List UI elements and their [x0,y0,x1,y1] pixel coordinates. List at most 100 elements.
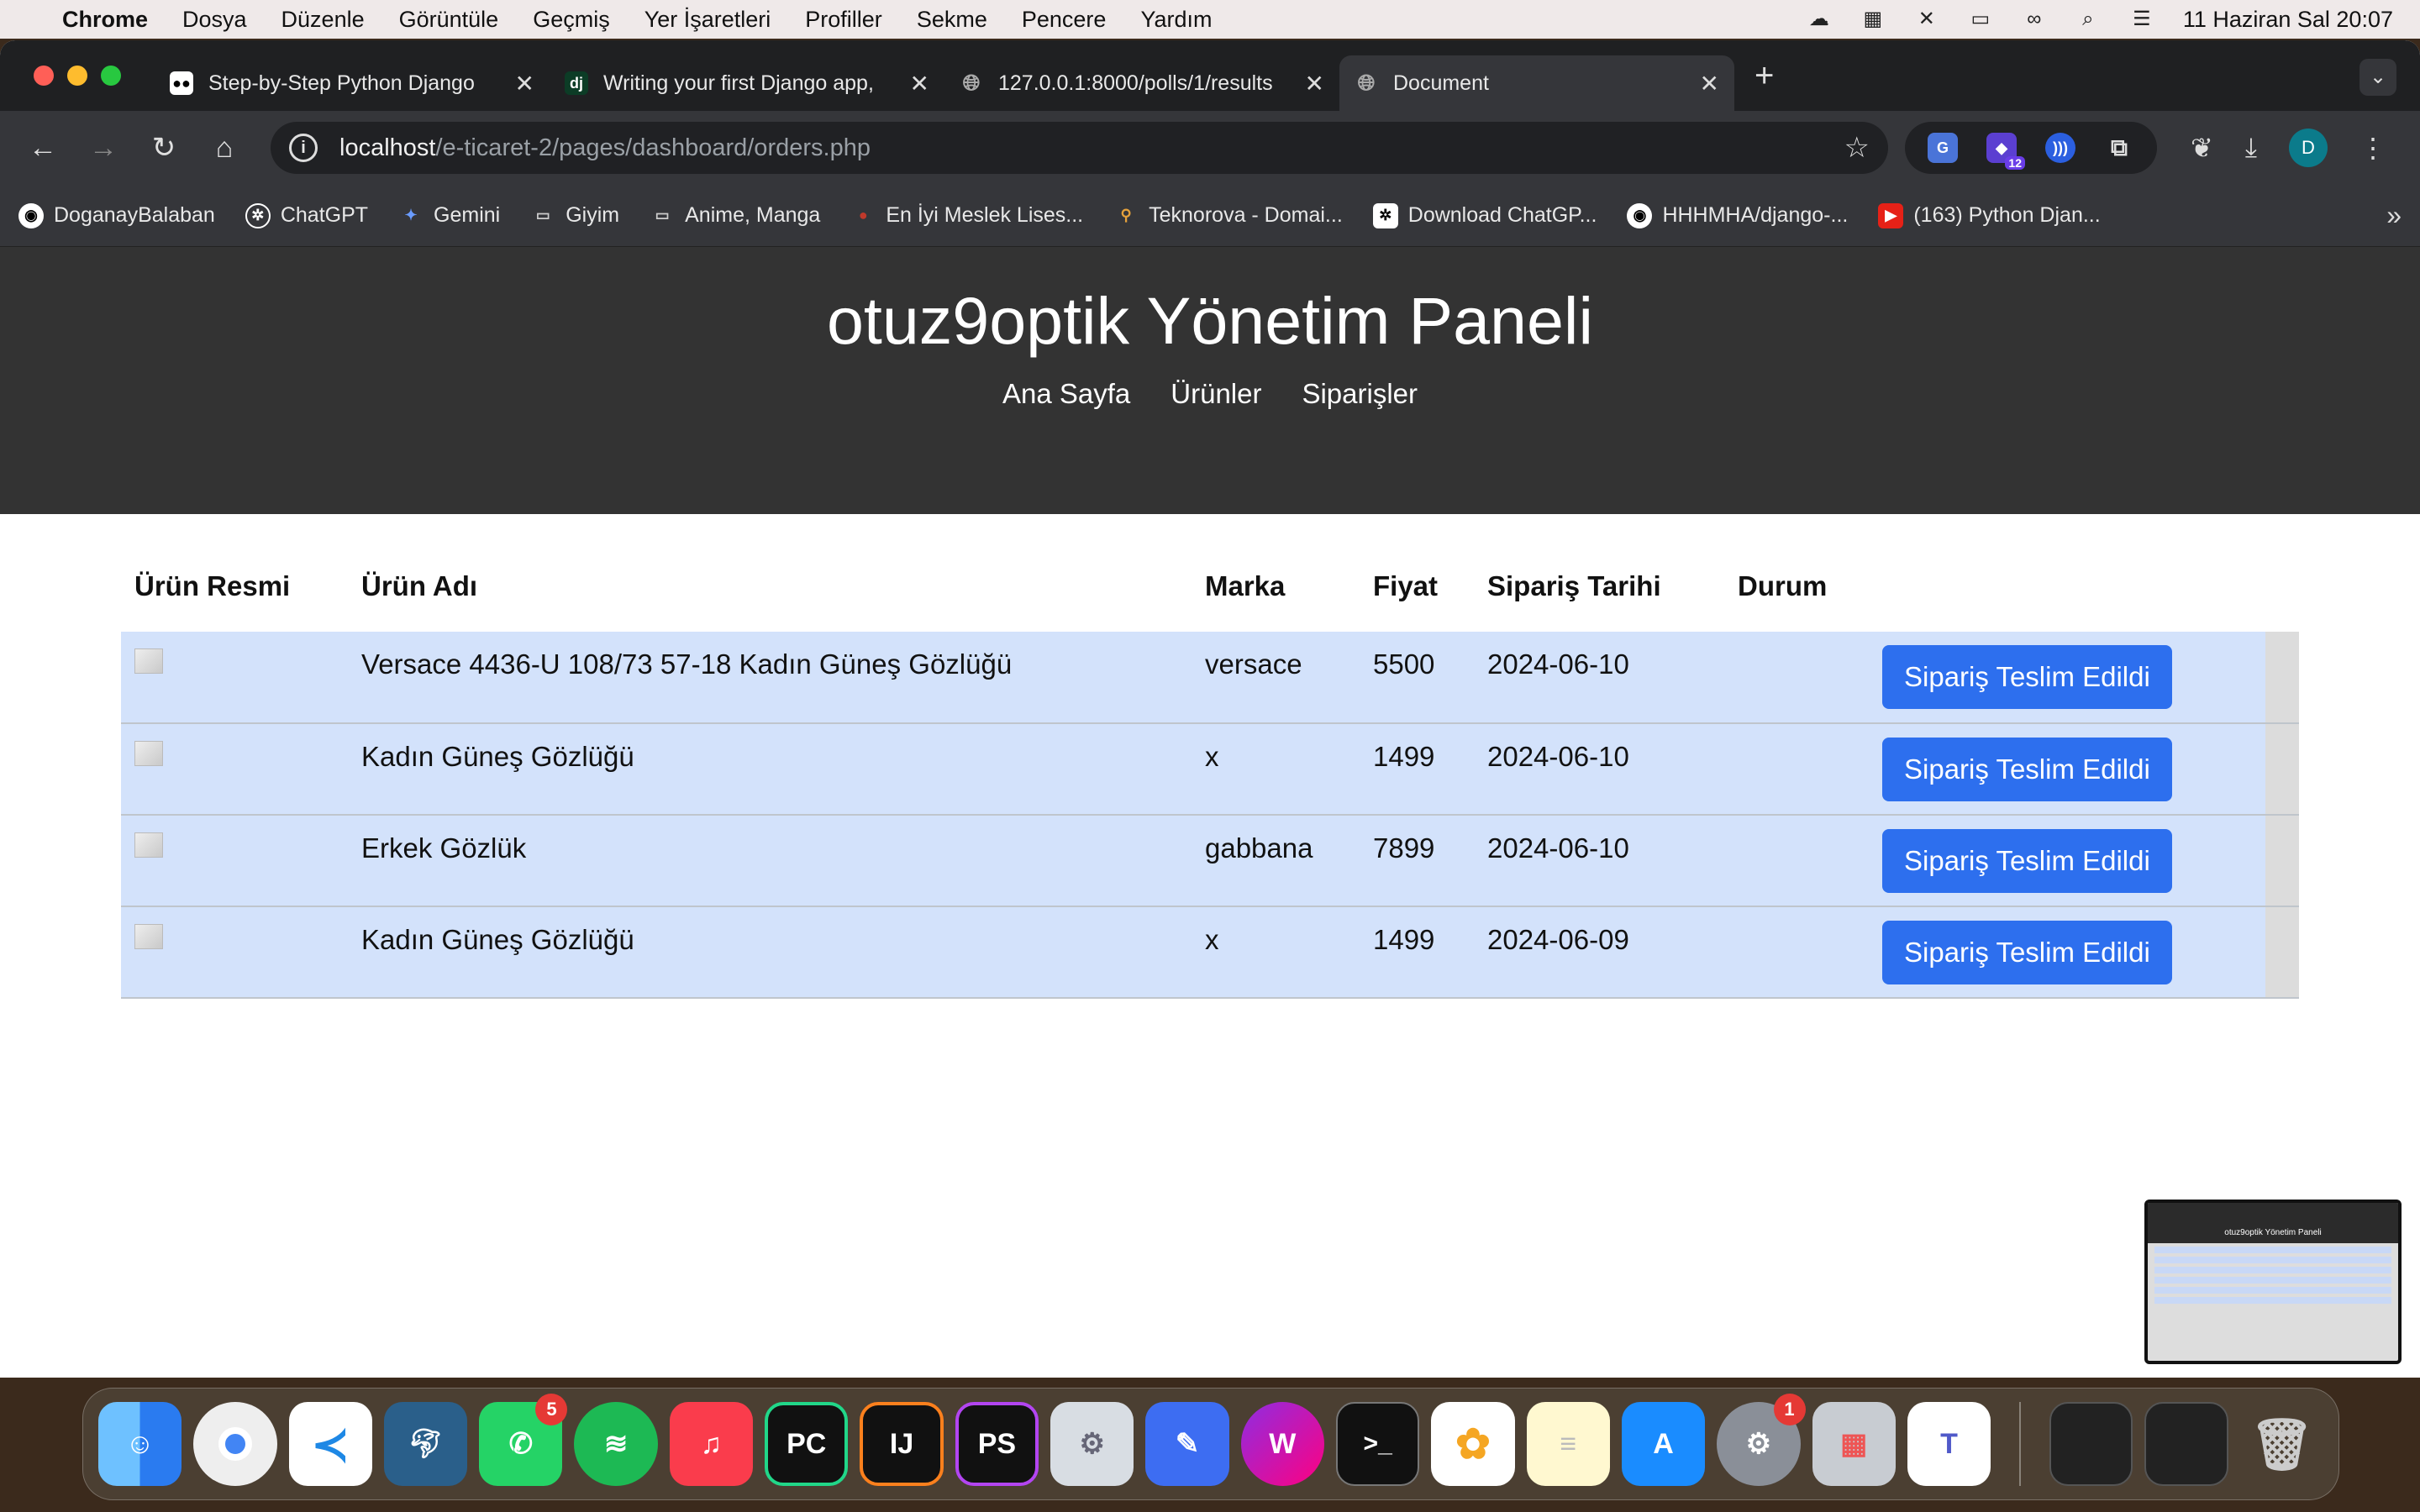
bookmark-item[interactable]: ⚲ Teknorova - Domai... [1113,203,1343,228]
tab-medium[interactable]: ●● Step-by-Step Python Django ✕ [155,55,550,111]
bluetooth-off-icon[interactable]: ✕ [1914,8,1939,30]
recent-window-pycharm-icon[interactable] [2049,1402,2133,1486]
menu-item[interactable]: Pencere [1022,7,1107,33]
close-window-button[interactable] [34,66,54,86]
menu-item[interactable]: Profiller [805,7,882,33]
site-nav: Ana Sayfa Ürünler Siparişler [0,378,2420,410]
mark-delivered-button[interactable]: Sipariş Teslim Edildi [1882,828,2172,893]
menubar-datetime[interactable]: 11 Haziran Sal 20:07 [2183,7,2393,33]
tab-polls-results[interactable]: 🌐︎ 127.0.0.1:8000/polls/1/results ✕ [944,55,1339,111]
photos-icon[interactable]: ✿ [1431,1402,1515,1486]
translate-extension-icon[interactable]: G [1928,133,1958,163]
system-settings-icon[interactable]: ⚙ 1 [1717,1394,1806,1486]
voice-extension-icon[interactable]: ))) [2045,133,2075,163]
bookmark-item[interactable]: ● En İyi Meslek Lises... [850,203,1083,228]
battery-icon[interactable]: ▭ [1968,8,1993,30]
menu-item[interactable]: Yer İşaretleri [644,7,771,33]
tab-django[interactable]: dj Writing your first Django app, ✕ [550,55,944,111]
music-icon[interactable]: ♫ [669,1402,754,1486]
notes-icon[interactable]: ≡ [1526,1402,1610,1486]
spotlight-search-icon[interactable]: ⌕ [2075,8,2101,30]
pycharm-icon[interactable]: PC [765,1402,849,1486]
table-header-row: Ürün Resmi Ürün Adı Marka Fiyat Sipariş … [121,541,2299,632]
bookmark-item[interactable]: ✲ Download ChatGP... [1372,202,1597,228]
menu-item[interactable]: Sekme [917,7,987,33]
launchpad-icon[interactable]: ▦ [1812,1402,1896,1486]
bookmark-star-icon[interactable]: ☆ [1844,131,1870,165]
minimize-window-button[interactable] [67,66,87,86]
site-info-icon[interactable]: i [289,134,318,162]
teams-icon[interactable]: T [1907,1402,1991,1486]
more-menu-icon[interactable]: ⋮ [2360,132,2386,164]
vscode-icon[interactable]: ≺ [288,1402,372,1486]
vpn-leaf-icon[interactable]: ❦ [2191,132,2213,164]
menu-item[interactable]: Dosya [182,7,247,33]
menu-item[interactable]: Düzenle [281,7,365,33]
creative-app-icon[interactable]: W [1240,1402,1324,1486]
bookmark-item[interactable]: ◉ DoganayBalaban [18,202,215,228]
globe-icon: 🌐︎ [1357,70,1376,95]
menu-item[interactable]: Görüntüle [399,7,499,33]
bookmark-item[interactable]: ✲ ChatGPT [245,202,368,228]
broken-image-icon [134,741,163,766]
reload-icon[interactable]: ↻ [143,131,185,165]
chrome-icon[interactable] [193,1402,277,1486]
close-tab-icon[interactable]: ✕ [515,70,534,97]
mark-delivered-button[interactable]: Sipariş Teslim Edildi [1882,645,2172,709]
bookmark-item[interactable]: ▭ Anime, Manga [650,203,821,228]
address-bar[interactable]: i localhost/e-ticaret-2/pages/dashboard/… [271,122,1888,174]
close-tab-icon[interactable]: ✕ [1305,70,1324,97]
menu-item[interactable]: Yardım [1140,7,1212,33]
mark-delivered-button[interactable]: Sipariş Teslim Edildi [1882,920,2172,984]
close-tab-icon[interactable]: ✕ [1700,70,1719,97]
product-name: Erkek Gözlük [361,832,527,864]
extensions-group: G ◆ 12 ))) ⧉ [1905,122,2157,174]
close-tab-icon[interactable]: ✕ [910,70,929,97]
intellij-icon[interactable]: IJ [860,1402,944,1486]
app-store-icon[interactable]: A [1621,1402,1706,1486]
forward-arrow-icon[interactable]: → [82,132,124,165]
control-center-icon[interactable]: ☰ [2129,8,2154,30]
home-icon[interactable]: ⌂ [203,132,245,165]
nav-link-orders[interactable]: Siparişler [1302,378,1418,410]
bookmark-item[interactable]: ◉ HHHMHA/django-... [1627,202,1848,228]
screenshot-thumbnail[interactable]: otuz9optik Yönetim Paneli [2144,1200,2402,1364]
download-icon[interactable]: ⤓ [2245,132,2257,164]
mysql-workbench-icon[interactable]: 🐬︎ [383,1402,468,1486]
link-icon[interactable]: ∞ [2022,8,2047,30]
profile-avatar[interactable]: D [2288,129,2328,167]
extension-icon[interactable]: ◆ 12 [1986,133,2025,170]
nav-link-home[interactable]: Ana Sayfa [1002,378,1130,410]
product-brand: versace [1205,648,1302,680]
bookmark-item[interactable]: ▭ Giyim [530,203,619,228]
trash-icon[interactable]: 🗑︎ [2240,1402,2323,1486]
order-status [1724,906,1869,998]
cloud-icon[interactable]: ☁ [1807,8,1832,30]
menu-app-name[interactable]: Chrome [62,7,148,33]
order-status [1724,815,1869,906]
product-brand: x [1205,924,1219,955]
bookmark-item[interactable]: ✦ Gemini [398,203,500,228]
utility-gear-icon[interactable]: ⚙ [1050,1402,1134,1486]
recent-window-whatsapp-icon[interactable] [2144,1402,2228,1486]
menu-item[interactable]: Geçmiş [533,7,610,33]
bookmark-item[interactable]: ▶ (163) Python Djan... [1878,202,2101,228]
spotify-icon[interactable]: ≋ [574,1402,658,1486]
extensions-puzzle-icon[interactable]: ⧉ [2104,133,2134,163]
whatsapp-icon[interactable]: ✆ 5 [479,1394,568,1486]
zoom-window-button[interactable] [101,66,121,86]
finder-icon[interactable]: ☺ [98,1402,182,1486]
pencil-app-icon[interactable]: ✎ [1145,1402,1229,1486]
tab-document[interactable]: 🌐︎ Document ✕ [1339,55,1734,111]
broken-image-icon [134,648,163,674]
terminal-icon[interactable]: >_ [1336,1402,1420,1486]
bookmark-label: En İyi Meslek Lises... [886,203,1084,227]
tab-search-chevron-icon[interactable]: ⌄ [2360,59,2396,96]
new-tab-plus-icon[interactable]: + [1754,57,1774,95]
mark-delivered-button[interactable]: Sipariş Teslim Edildi [1882,737,2172,801]
phpstorm-icon[interactable]: PS [955,1402,1039,1486]
keyboard-icon[interactable]: ▦ [1860,8,1886,30]
back-arrow-icon[interactable]: ← [22,132,64,165]
nav-link-products[interactable]: Ürünler [1171,378,1261,410]
more-bookmarks-chevron-icon[interactable]: » [2386,200,2402,231]
